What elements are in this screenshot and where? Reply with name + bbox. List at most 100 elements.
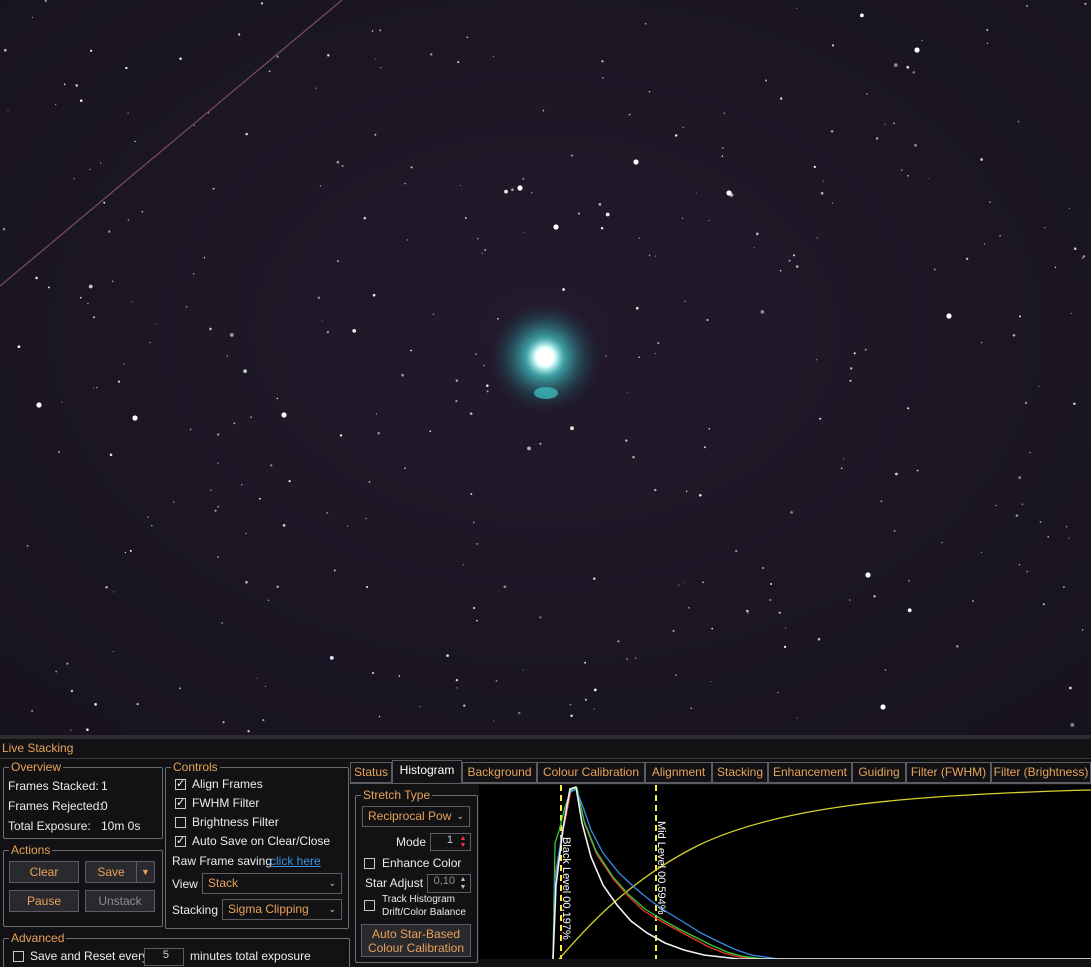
bright-star <box>946 313 952 319</box>
view-select[interactable]: Stack ⌄ <box>202 873 342 894</box>
star <box>47 286 50 289</box>
star <box>635 306 639 310</box>
clear-button[interactable]: Clear <box>9 861 79 883</box>
controls-group: Controls Align Frames FWHM Filter Bright… <box>165 760 349 929</box>
star <box>406 239 409 241</box>
star <box>3 48 7 52</box>
tab-filter-brightness[interactable]: Filter (Brightness) <box>991 762 1091 783</box>
save-dropdown-button[interactable]: ▼ <box>136 861 155 883</box>
total-exposure-value: 10m 0s <box>101 819 141 833</box>
tab-stacking[interactable]: Stacking <box>712 762 768 783</box>
star <box>584 698 588 701</box>
stretch-type-select[interactable]: Reciprocal Pow ⌄ <box>362 806 470 827</box>
star <box>1070 312 1072 315</box>
star <box>1054 266 1057 269</box>
star <box>735 549 738 553</box>
star <box>87 302 89 305</box>
star <box>463 704 466 707</box>
align-frames-checkbox[interactable] <box>175 777 186 790</box>
star <box>336 160 340 164</box>
star <box>981 551 983 553</box>
star <box>517 711 521 715</box>
raw-saving-link[interactable]: click here <box>270 854 321 868</box>
star <box>475 353 477 355</box>
stretch-type-legend: Stretch Type <box>361 788 433 802</box>
star <box>1018 476 1021 479</box>
star <box>147 516 149 518</box>
save-reset-checkbox[interactable] <box>13 951 24 962</box>
brightness-filter-checkbox[interactable] <box>175 817 186 828</box>
unstack-button[interactable]: Unstack <box>85 890 155 912</box>
star <box>893 63 898 67</box>
stacked-image-viewer[interactable] <box>0 0 1091 735</box>
tab-filter-fwhm[interactable]: Filter (FWHM) <box>906 762 991 783</box>
pause-button[interactable]: Pause <box>9 890 79 912</box>
save-button[interactable]: Save <box>85 861 137 883</box>
star <box>288 480 291 483</box>
star <box>374 58 376 60</box>
track-histogram-checkbox[interactable] <box>364 900 375 911</box>
star <box>981 342 983 344</box>
star <box>753 247 755 249</box>
arrow-up-icon[interactable]: ▲ <box>457 835 469 842</box>
arrow-down-icon[interactable]: ▼ <box>457 842 469 849</box>
tab-enhancement[interactable]: Enhancement <box>768 762 852 783</box>
star <box>352 329 357 333</box>
star <box>831 44 835 47</box>
star <box>1025 4 1028 7</box>
luminance-curve <box>552 785 1091 959</box>
save-reset-suffix: minutes total exposure <box>190 949 311 963</box>
blue-channel-curve <box>552 788 1091 959</box>
green-channel-curve <box>552 787 1091 959</box>
star <box>61 401 63 403</box>
star <box>86 728 89 731</box>
star <box>906 65 910 69</box>
star <box>401 373 404 377</box>
star <box>1047 535 1050 538</box>
star <box>893 529 896 532</box>
star <box>762 567 764 569</box>
fwhm-filter-checkbox[interactable] <box>175 796 186 809</box>
title-divider <box>0 758 1091 759</box>
tab-guiding[interactable]: Guiding <box>852 762 906 783</box>
star <box>764 79 768 82</box>
stacking-select[interactable]: Sigma Clipping ⌄ <box>222 899 342 920</box>
star <box>70 729 72 731</box>
star <box>965 257 969 261</box>
star <box>245 580 248 584</box>
star <box>893 122 895 124</box>
star <box>1019 315 1022 318</box>
star <box>410 166 413 169</box>
save-reset-stepper[interactable]: 5 <box>144 948 184 966</box>
tab-colour-calibration[interactable]: Colour Calibration <box>537 762 645 783</box>
star <box>404 182 406 185</box>
mid-level-label: Mid Level 00,594% <box>655 821 667 915</box>
star <box>1012 333 1016 337</box>
auto-star-calibration-button[interactable]: Auto Star-Based Colour Calibration <box>361 924 471 957</box>
star <box>429 430 432 433</box>
star <box>793 254 796 257</box>
star <box>459 184 461 187</box>
star <box>476 619 478 622</box>
star <box>1042 603 1045 606</box>
star <box>125 66 128 70</box>
tab-status[interactable]: Status <box>350 762 392 783</box>
star <box>672 629 675 633</box>
star <box>995 504 997 507</box>
tab-alignment[interactable]: Alignment <box>645 762 712 783</box>
star-adjust-stepper[interactable]: 0,10 ▲ ▼ <box>427 874 471 893</box>
star <box>698 493 702 497</box>
arrow-down-icon[interactable]: ▼ <box>457 884 469 891</box>
align-frames-label: Align Frames <box>192 777 263 791</box>
tab-background[interactable]: Background <box>462 762 537 783</box>
auto-calibration-line-1: Auto Star-Based <box>371 927 461 941</box>
auto-save-checkbox[interactable] <box>175 834 186 847</box>
histogram-chart[interactable]: Black Level 00,197% Mid Level 00,594% <box>479 785 1091 959</box>
arrow-up-icon[interactable]: ▲ <box>457 876 469 883</box>
tab-histogram[interactable]: Histogram <box>392 760 462 783</box>
bright-star <box>726 190 732 196</box>
star <box>1038 385 1040 387</box>
star <box>721 155 724 157</box>
mode-stepper[interactable]: 1 ▲ ▼ <box>430 833 471 851</box>
enhance-color-checkbox[interactable] <box>364 858 375 869</box>
